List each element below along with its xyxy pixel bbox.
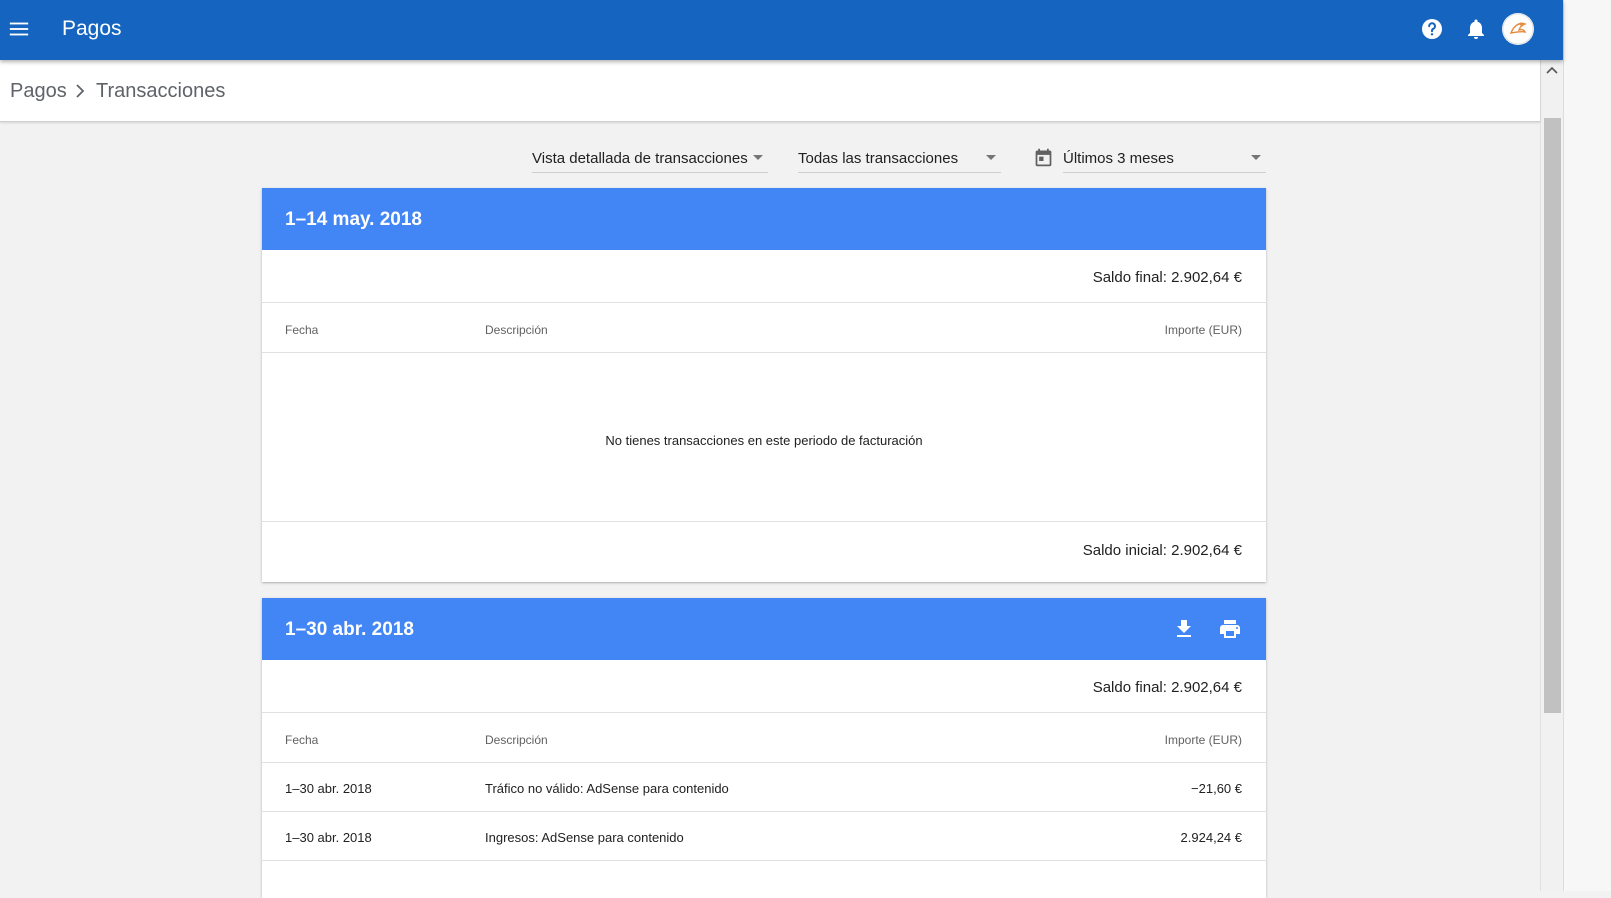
row-date: 1–30 abr. 2018 — [285, 830, 372, 845]
period-card-header: 1–14 may. 2018 — [262, 188, 1266, 250]
transaction-type-value: Todas las transacciones — [798, 150, 959, 167]
period-card: 1–30 abr. 2018 Saldo final: 2.902,64 € F… — [262, 598, 1266, 898]
final-balance: Saldo final: 2.902,64 € — [1092, 269, 1242, 286]
period-card-header: 1–30 abr. 2018 — [262, 598, 1266, 660]
column-header-amount: Importe (EUR) — [1164, 733, 1242, 747]
column-header-description: Descripción — [485, 733, 548, 747]
final-balance: Saldo final: 2.902,64 € — [1092, 679, 1242, 696]
final-balance-row: Saldo final: 2.902,64 € — [262, 660, 1266, 713]
chevron-right-icon — [76, 84, 85, 98]
breadcrumb-item-pagos[interactable]: Pagos — [10, 80, 67, 103]
avatar-logo-icon — [1502, 13, 1534, 45]
breadcrumb-item-transacciones: Transacciones — [96, 80, 226, 102]
row-amount: 2.924,24 € — [1180, 830, 1242, 845]
download-icon[interactable] — [1172, 617, 1196, 641]
empty-message: No tienes transacciones en este periodo … — [605, 433, 923, 448]
row-date: 1–30 abr. 2018 — [285, 781, 372, 796]
initial-balance: Saldo inicial: 2.902,64 € — [1082, 542, 1242, 559]
initial-balance-row: Saldo inicial: 2.902,64 € — [262, 522, 1266, 581]
calendar-icon[interactable] — [1033, 147, 1054, 168]
column-header-date: Fecha — [285, 733, 319, 747]
help-icon[interactable] — [1420, 17, 1444, 41]
window-edge — [1563, 0, 1611, 891]
column-header-description: Descripción — [485, 323, 548, 337]
scroll-up-icon[interactable] — [1545, 64, 1559, 76]
column-header-amount: Importe (EUR) — [1164, 323, 1242, 337]
table-row[interactable]: 1–30 abr. 2018 Tráfico no válido: AdSens… — [262, 763, 1266, 812]
row-description: Tráfico no válido: AdSense para contenid… — [485, 781, 729, 796]
breadcrumb: Pagos Transacciones — [0, 60, 1540, 122]
bell-icon[interactable] — [1464, 17, 1488, 41]
date-range-value: Últimos 3 meses — [1063, 150, 1174, 167]
column-header-date: Fecha — [285, 323, 319, 337]
view-select[interactable]: Vista detallada de transacciones — [532, 142, 768, 173]
chevron-down-icon — [1251, 155, 1261, 160]
top-app-bar: Pagos — [0, 0, 1563, 60]
scrollbar[interactable] — [1540, 60, 1563, 891]
date-range-select[interactable]: Últimos 3 meses — [1063, 142, 1266, 173]
menu-icon[interactable] — [8, 18, 30, 40]
transaction-type-select[interactable]: Todas las transacciones — [798, 142, 1001, 173]
print-icon[interactable] — [1218, 617, 1242, 641]
chevron-down-icon — [986, 155, 996, 160]
chevron-down-icon — [753, 155, 763, 160]
scrollbar-thumb[interactable] — [1544, 118, 1561, 713]
table-header: Fecha Descripción Importe (EUR) — [262, 303, 1266, 353]
row-amount: −21,60 € — [1191, 781, 1242, 796]
empty-state: No tienes transacciones en este periodo … — [262, 353, 1266, 522]
table-header: Fecha Descripción Importe (EUR) — [262, 713, 1266, 763]
table-row[interactable]: 1–30 abr. 2018 Ingresos: AdSense para co… — [262, 812, 1266, 861]
period-title: 1–14 may. 2018 — [285, 209, 422, 230]
app-title: Pagos — [62, 17, 122, 40]
period-title: 1–30 abr. 2018 — [285, 619, 414, 640]
view-select-value: Vista detallada de transacciones — [532, 150, 748, 167]
row-description: Ingresos: AdSense para contenido — [485, 830, 684, 845]
final-balance-row: Saldo final: 2.902,64 € — [262, 250, 1266, 303]
period-card: 1–14 may. 2018 Saldo final: 2.902,64 € F… — [262, 188, 1266, 582]
avatar[interactable] — [1502, 13, 1534, 45]
